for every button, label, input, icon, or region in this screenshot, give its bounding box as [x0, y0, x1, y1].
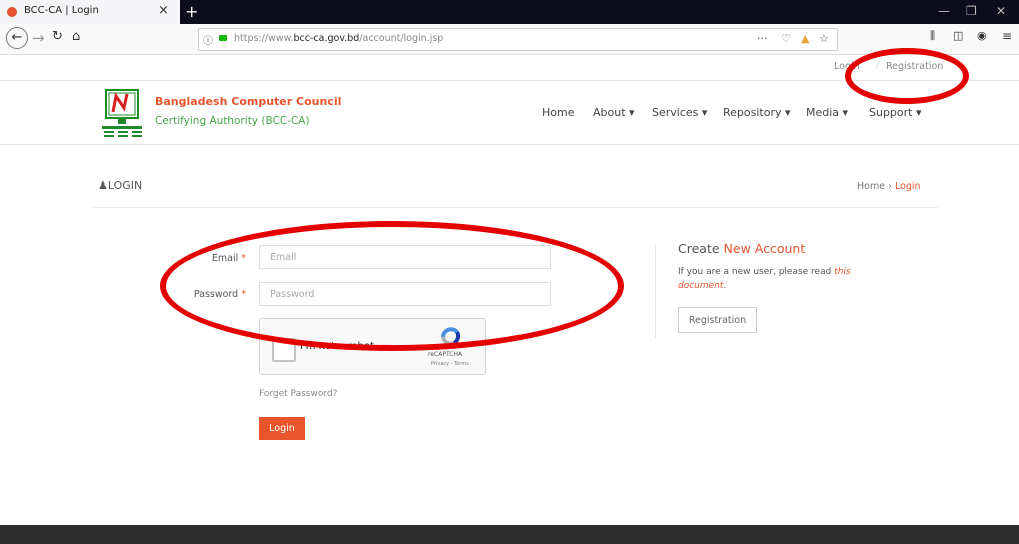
- breadcrumb-current: Login: [894, 181, 921, 192]
- nav-repository[interactable]: Repository ▾: [723, 106, 791, 119]
- heading-divider: [90, 207, 938, 208]
- panel-divider: [655, 243, 656, 338]
- window-close-icon[interactable]: ✕: [996, 4, 1006, 18]
- page-title: ♟LOGIN: [98, 179, 143, 192]
- tab-close-icon[interactable]: ×: [158, 3, 169, 18]
- forward-icon[interactable]: →: [32, 29, 45, 47]
- page-actions-icon[interactable]: ···: [757, 32, 768, 45]
- recaptcha-brand: reCAPTCHA: [428, 351, 463, 358]
- browser-tab[interactable]: BCC-CA | Login ×: [0, 0, 180, 24]
- org-subtitle: Certifying Authority (BCC-CA): [155, 115, 310, 127]
- breadcrumb-home[interactable]: Home: [857, 181, 885, 192]
- registration-button[interactable]: Registration: [678, 307, 757, 333]
- nav-about[interactable]: About ▾: [593, 106, 635, 119]
- restore-icon[interactable]: ❐: [966, 4, 977, 18]
- address-bar[interactable]: ⓘ https://www.bcc-ca.gov.bd/account/logi…: [198, 28, 838, 51]
- user-icon: ♟: [98, 179, 108, 192]
- forgot-password-link[interactable]: Forget Password?: [259, 389, 337, 399]
- nav-support[interactable]: Support ▾: [869, 106, 922, 119]
- extension-icon[interactable]: ▲: [801, 32, 809, 45]
- org-name[interactable]: Bangladesh Computer Council: [155, 95, 341, 108]
- breadcrumb: Home › Login: [857, 181, 921, 192]
- back-icon[interactable]: ←: [6, 27, 28, 49]
- footer: [0, 525, 1019, 544]
- new-tab-icon[interactable]: +: [185, 2, 198, 21]
- new-user-note: If you are a new user, please read this …: [678, 267, 851, 291]
- header-divider: [0, 144, 1019, 145]
- this-document-link[interactable]: this: [834, 267, 850, 277]
- url-text: https://www.bcc-ca.gov.bd/account/login.…: [234, 33, 444, 44]
- bookmark-star-icon[interactable]: ☆: [819, 32, 829, 45]
- home-icon[interactable]: ⌂: [72, 29, 80, 44]
- menu-icon[interactable]: ≡: [1002, 29, 1012, 43]
- recaptcha-links[interactable]: Privacy - Terms: [431, 361, 469, 367]
- bcc-logo: [102, 89, 142, 137]
- reload-icon[interactable]: ↻: [52, 29, 63, 44]
- login-button[interactable]: Login: [259, 417, 305, 440]
- create-account-heading: Create New Account: [678, 241, 806, 256]
- document-link[interactable]: document: [678, 281, 723, 291]
- tab-title: BCC-CA | Login: [24, 5, 99, 16]
- browser-toolbar: ← → ↻ ⌂ ⓘ https://www.bcc-ca.gov.bd/acco…: [0, 24, 1019, 55]
- annotation-ellipse-login-fields: [160, 221, 624, 351]
- site-favicon-icon: [7, 7, 17, 17]
- sidebar-icon[interactable]: ◫: [953, 29, 963, 42]
- nav-home[interactable]: Home: [542, 106, 574, 119]
- nav-media[interactable]: Media ▾: [806, 106, 848, 119]
- nav-services[interactable]: Services ▾: [652, 106, 707, 119]
- minimize-icon[interactable]: —: [938, 4, 950, 18]
- library-icon[interactable]: ⫼: [930, 29, 935, 43]
- pocket-icon[interactable]: ♡: [781, 32, 791, 45]
- info-icon[interactable]: ⓘ: [203, 32, 213, 47]
- breadcrumb-separator: ›: [888, 181, 892, 192]
- lock-icon: [219, 35, 227, 41]
- annotation-ellipse-registration: [845, 48, 969, 104]
- account-icon[interactable]: ◉: [977, 29, 987, 42]
